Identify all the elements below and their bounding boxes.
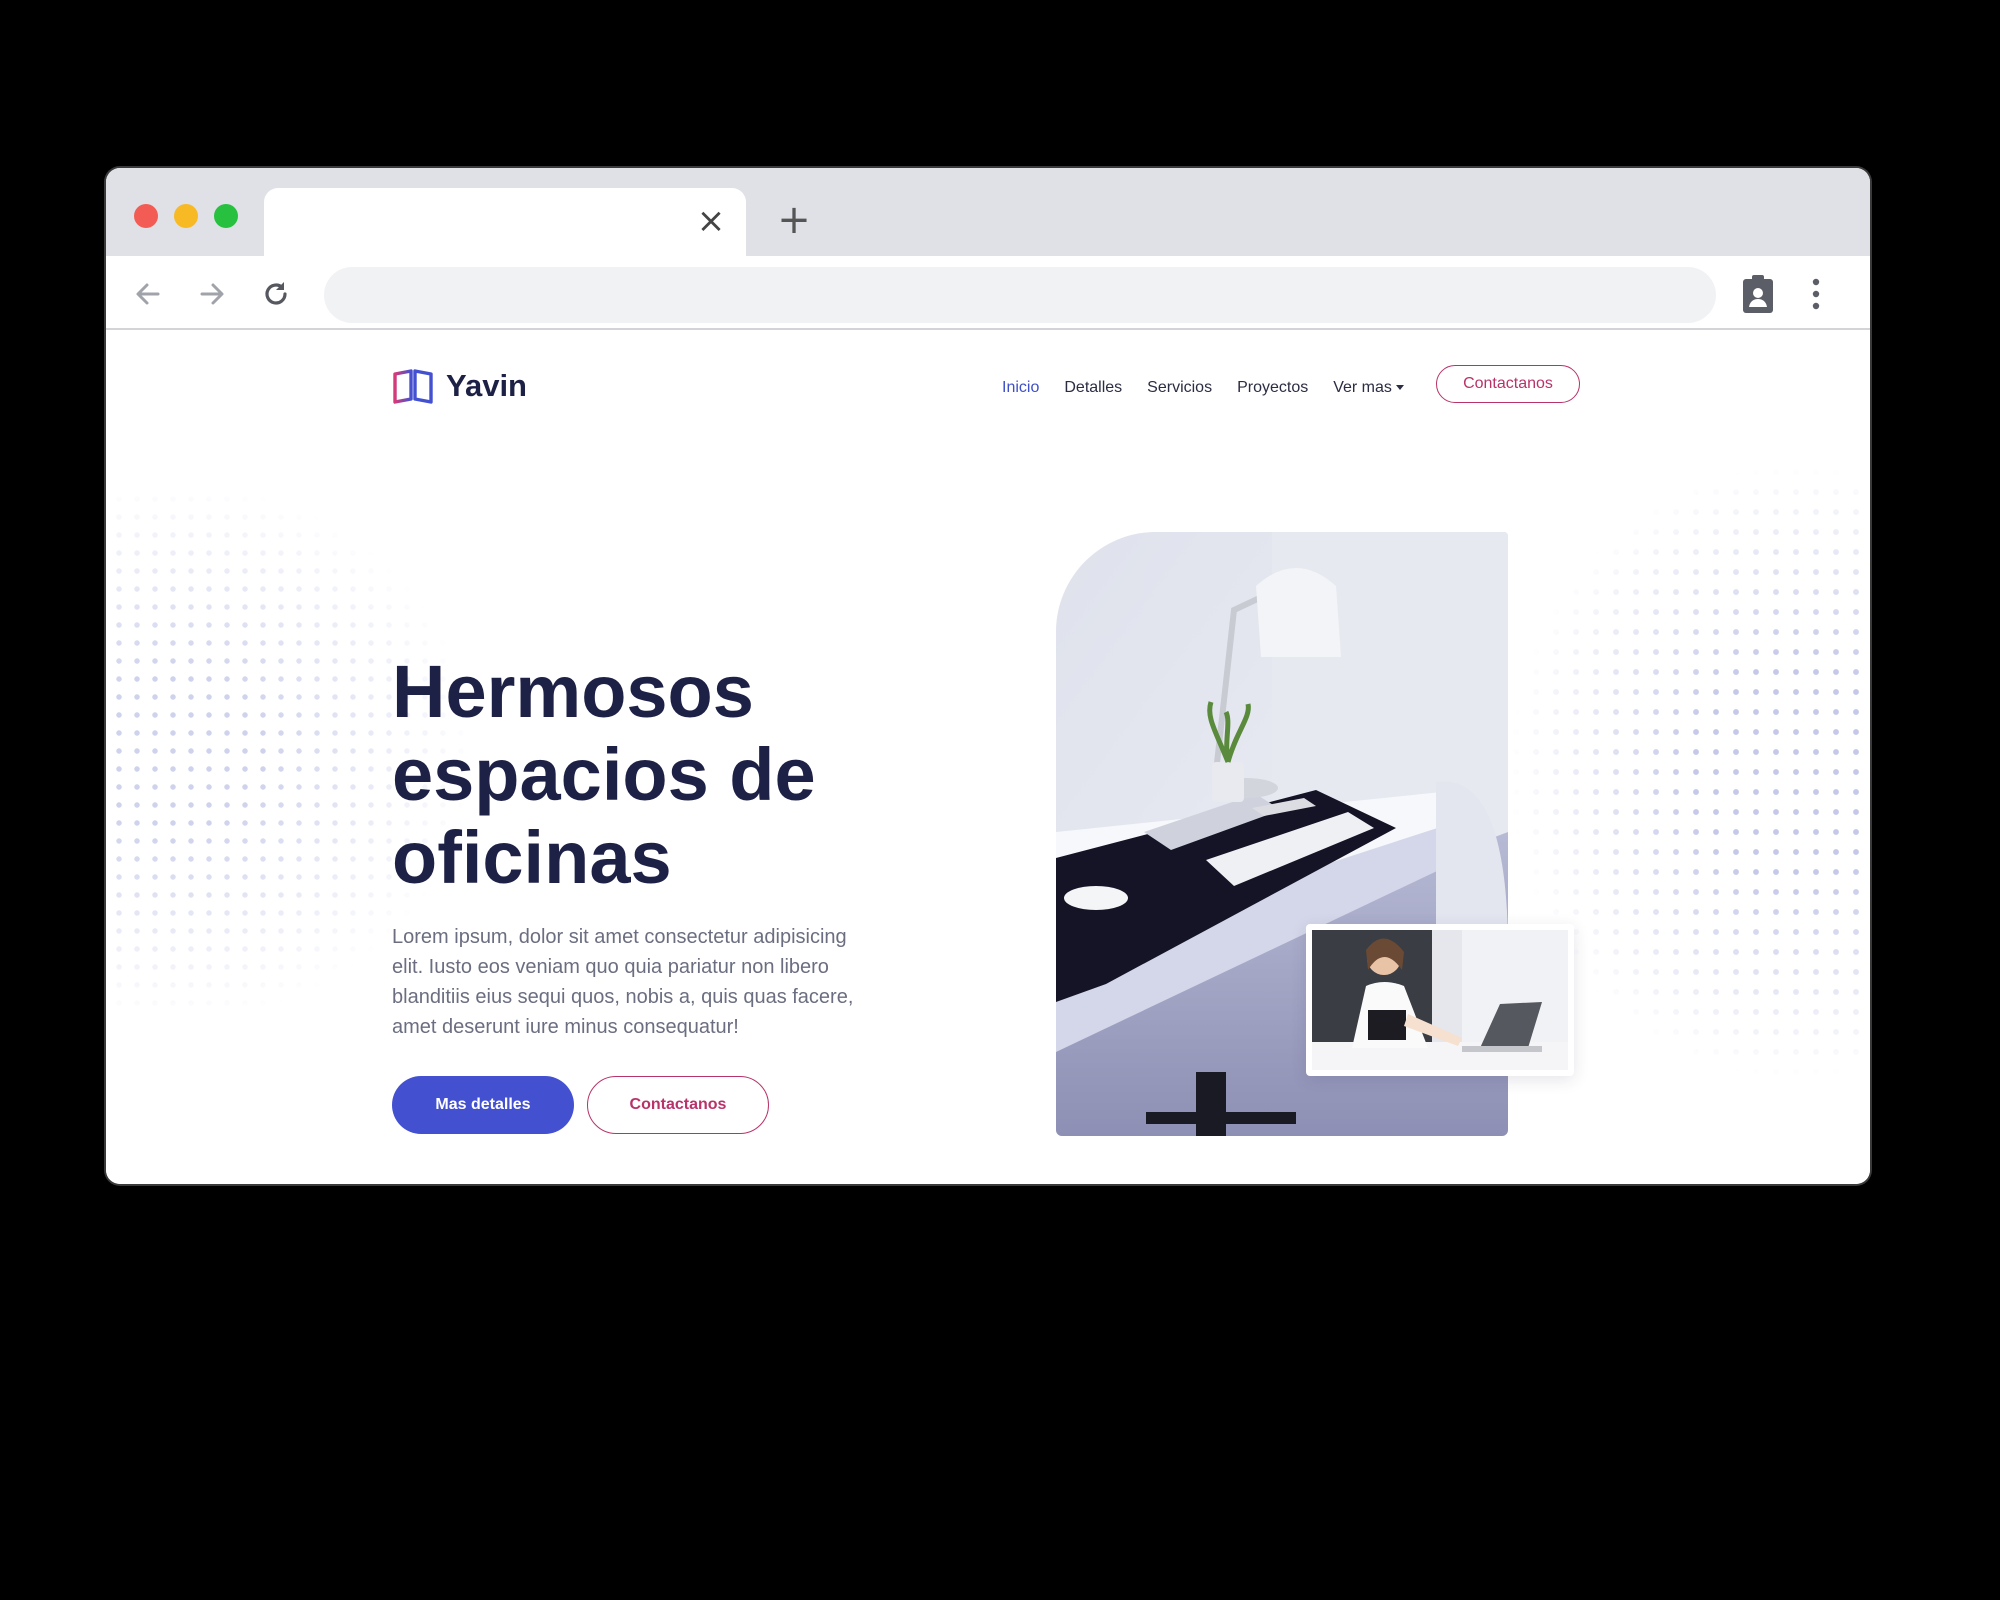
nav-contact-button[interactable]: Contactanos — [1436, 365, 1580, 403]
active-tab[interactable]: × — [264, 188, 746, 258]
details-button[interactable]: Mas detalles — [392, 1076, 574, 1134]
maximize-window-button[interactable] — [214, 204, 238, 228]
nav-ver-mas-label: Ver mas — [1333, 379, 1392, 396]
clipboard-account-icon[interactable] — [1742, 274, 1774, 314]
book-logo-icon — [393, 369, 433, 404]
hero-description: Lorem ipsum, dolor sit amet consectetur … — [392, 926, 854, 1038]
minimize-window-button[interactable] — [174, 204, 198, 228]
reload-icon[interactable] — [258, 276, 294, 312]
site-logo[interactable]: Yavin — [392, 364, 527, 408]
caret-down-icon — [1395, 385, 1404, 391]
address-bar[interactable] — [324, 267, 1716, 323]
woman-working-photo — [1306, 924, 1574, 1076]
nav-proyectos[interactable]: Proyectos — [1237, 379, 1308, 397]
woman-at-desk-illustration — [1312, 930, 1568, 1070]
webpage: Yavin Inicio Detalles Servicios Proyecto… — [106, 332, 1870, 1184]
forward-arrow-icon[interactable] — [194, 276, 230, 312]
logo-text: Yavin — [446, 368, 527, 403]
tab-close-icon[interactable]: × — [696, 204, 726, 238]
contact-button[interactable]: Contactanos — [587, 1076, 769, 1134]
hero-title: Hermosos espacios de oficinas — [392, 650, 816, 899]
tab-bar: × + — [106, 168, 1870, 258]
browser-toolbar — [106, 256, 1870, 330]
nav-servicios[interactable]: Servicios — [1147, 379, 1212, 397]
new-tab-icon[interactable]: + — [774, 200, 814, 240]
nav-inicio[interactable]: Inicio — [1002, 379, 1039, 397]
nav-ver-mas-dropdown[interactable]: Ver mas — [1333, 379, 1404, 397]
more-vert-icon[interactable] — [1806, 276, 1826, 312]
nav-detalles[interactable]: Detalles — [1064, 379, 1122, 397]
main-nav: Inicio Detalles Servicios Proyectos Ver … — [1002, 372, 1429, 404]
close-window-button[interactable] — [134, 204, 158, 228]
back-arrow-icon[interactable] — [130, 276, 166, 312]
browser-window: × + Yavin Inicio Detalles Servicios Proy… — [106, 168, 1870, 1184]
